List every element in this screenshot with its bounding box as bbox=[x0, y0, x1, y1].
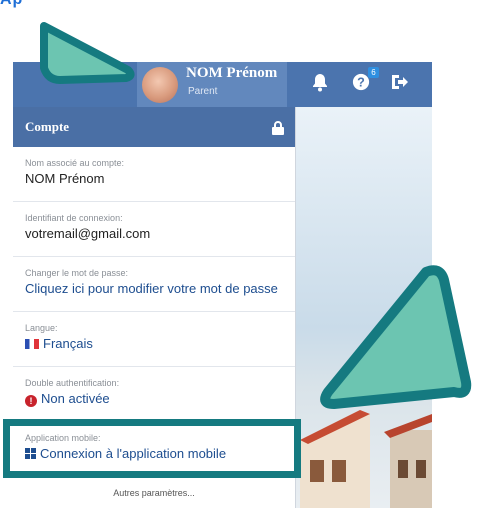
notification-badge: 6 bbox=[368, 67, 379, 78]
user-name[interactable]: NOM Prénom bbox=[186, 65, 277, 82]
user-role: Parent bbox=[188, 86, 218, 97]
warning-icon: ! bbox=[25, 395, 37, 407]
row-two-factor[interactable]: Double authentification: ! Non activée bbox=[13, 367, 295, 422]
language-select[interactable]: Français bbox=[25, 336, 295, 351]
logout-icon[interactable] bbox=[390, 73, 408, 91]
lock-icon[interactable] bbox=[271, 120, 285, 135]
two-factor-value: Non activée bbox=[41, 391, 110, 406]
row-value: NOM Prénom bbox=[25, 171, 105, 186]
language-value: Français bbox=[43, 336, 93, 351]
svg-text:?: ? bbox=[357, 76, 365, 90]
two-factor-status[interactable]: ! Non activée bbox=[25, 391, 295, 407]
heading-fragment: Ap bbox=[0, 0, 23, 9]
panel-title: Compte bbox=[25, 119, 70, 134]
pointer-arrow-icon bbox=[40, 22, 135, 84]
bell-icon[interactable] bbox=[312, 72, 328, 92]
highlight-box bbox=[3, 419, 301, 478]
row-change-password[interactable]: Changer le mot de passe: Cliquez ici pou… bbox=[13, 257, 295, 312]
row-label: Changer le mot de passe: bbox=[25, 268, 129, 278]
row-label: Langue: bbox=[25, 323, 58, 333]
row-value: votremail@gmail.com bbox=[25, 226, 151, 241]
row-label: Nom associé au compte: bbox=[25, 158, 125, 168]
panel-header: Compte bbox=[13, 107, 295, 147]
row-account-name: Nom associé au compte: NOM Prénom bbox=[13, 147, 295, 202]
row-label: Double authentification: bbox=[25, 378, 120, 388]
row-login-id: Identifiant de connexion: votremail@gmai… bbox=[13, 202, 295, 257]
row-label: Identifiant de connexion: bbox=[25, 213, 123, 223]
pointer-arrow-icon bbox=[320, 265, 472, 409]
france-flag-icon bbox=[25, 339, 39, 349]
avatar[interactable] bbox=[142, 67, 178, 103]
more-settings-link[interactable]: Autres paramètres... bbox=[13, 488, 295, 498]
row-language[interactable]: Langue: Français bbox=[13, 312, 295, 367]
change-password-link[interactable]: Cliquez ici pour modifier votre mot de p… bbox=[25, 281, 295, 296]
